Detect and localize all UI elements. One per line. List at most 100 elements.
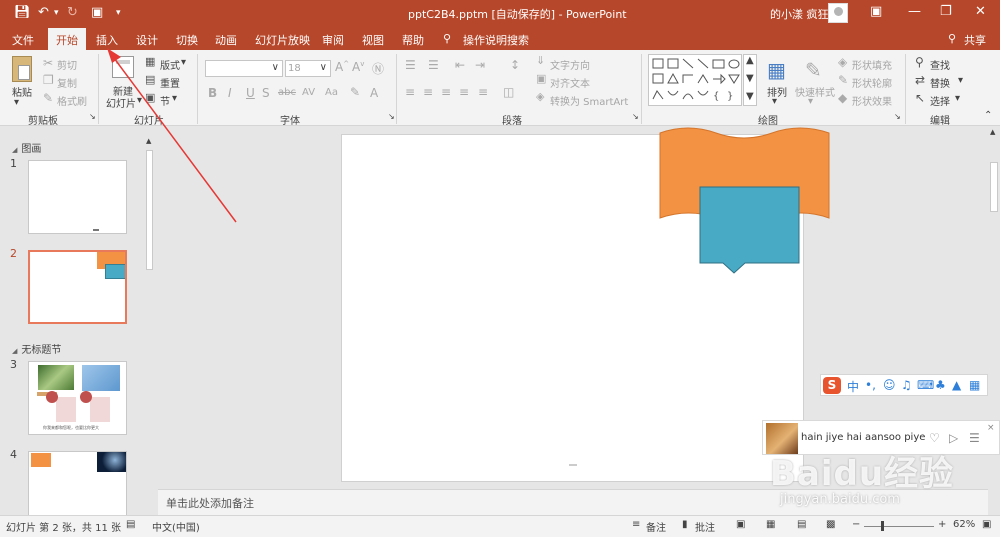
slideshow-view-icon[interactable]: ▩ bbox=[826, 519, 835, 530]
slide-sorter-icon[interactable]: ▦ bbox=[766, 519, 775, 530]
select-dropdown-icon[interactable]: ▾ bbox=[955, 93, 960, 104]
shirt-icon[interactable]: ▲ bbox=[952, 378, 961, 392]
shape-effects-button[interactable]: 形状效果 bbox=[852, 93, 892, 108]
increase-indent-icon[interactable]: ⇥ bbox=[475, 58, 485, 72]
cut-button[interactable]: 剪切 bbox=[57, 57, 77, 72]
copy-icon[interactable]: ❐ bbox=[43, 73, 54, 87]
paste-icon[interactable] bbox=[12, 56, 32, 82]
slide-thumbnail-3[interactable]: 你我来都和您呢，也要比你更大 bbox=[28, 361, 127, 435]
quick-styles-dropdown-icon[interactable]: ▾ bbox=[808, 96, 813, 107]
zoom-slider-track[interactable] bbox=[864, 526, 934, 527]
align-text-icon[interactable]: ▣ bbox=[536, 72, 546, 85]
format-painter-icon[interactable]: ✎ bbox=[43, 91, 53, 105]
decrease-indent-icon[interactable]: ⇤ bbox=[455, 58, 465, 72]
user-name[interactable]: 的小漾 疯狂 bbox=[770, 6, 829, 22]
tell-me-search[interactable]: 操作说明搜索 bbox=[463, 32, 529, 48]
shape-fill-icon[interactable]: ◈ bbox=[838, 55, 847, 69]
section-icon[interactable]: ▣ bbox=[145, 91, 155, 104]
zoom-slider-thumb[interactable] bbox=[881, 521, 884, 531]
select-button[interactable]: 选择 bbox=[930, 93, 950, 108]
align-center-icon[interactable]: ≡ bbox=[423, 85, 433, 99]
redo-icon[interactable]: ↻ bbox=[67, 5, 78, 20]
tab-transitions[interactable]: 切换 bbox=[176, 32, 198, 48]
new-slide-icon[interactable] bbox=[112, 56, 134, 78]
shapes-gallery-scroll[interactable]: ▲ ▼ ▼ bbox=[743, 54, 757, 106]
arrange-dropdown-icon[interactable]: ▾ bbox=[772, 96, 777, 107]
section-header[interactable]: 无标题节 bbox=[12, 341, 61, 356]
char-spacing-button[interactable]: AV bbox=[302, 87, 315, 98]
tab-insert[interactable]: 插入 bbox=[96, 32, 118, 48]
tab-view[interactable]: 视图 bbox=[362, 32, 384, 48]
share-button[interactable]: 共享 bbox=[964, 32, 986, 48]
heart-icon[interactable]: ♡ bbox=[929, 431, 940, 445]
ribbon-display-icon[interactable]: ▣ bbox=[870, 4, 882, 19]
grow-font-icon[interactable]: A^ bbox=[335, 60, 349, 74]
fit-to-window-icon[interactable]: ▣ bbox=[982, 519, 991, 530]
scroll-up-icon[interactable]: ▲ bbox=[990, 128, 995, 136]
vertical-scrollbar[interactable]: ▲ bbox=[988, 126, 1000, 515]
copy-button[interactable]: 复制 bbox=[57, 75, 77, 90]
numbering-icon[interactable]: ☰ bbox=[428, 58, 439, 72]
language-status[interactable]: 中文(中国) bbox=[152, 519, 200, 534]
grid-icon[interactable]: ▦ bbox=[969, 378, 980, 392]
line-spacing-icon[interactable]: ↕ bbox=[510, 58, 520, 72]
tab-design[interactable]: 设计 bbox=[136, 32, 158, 48]
find-button[interactable]: 查找 bbox=[930, 57, 950, 72]
ime-toolbar[interactable]: S 中 •, ☺ ♫ ⌨ ♣ ▲ ▦ bbox=[820, 374, 988, 396]
new-slide-chevron-icon[interactable]: ▾ bbox=[137, 95, 142, 106]
text-direction-icon[interactable]: ⇓ bbox=[536, 54, 545, 67]
clipboard-launcher-icon[interactable]: ↘ bbox=[89, 112, 96, 121]
change-case-button[interactable]: Aa bbox=[325, 87, 338, 98]
emoji-icon[interactable]: ☺ bbox=[883, 378, 896, 392]
strikethrough-button[interactable]: abc bbox=[278, 87, 296, 98]
notes-pane[interactable]: 单击此处添加备注 bbox=[158, 489, 988, 515]
slide-thumbnail-4[interactable] bbox=[28, 451, 127, 515]
layout-button[interactable]: 版式 bbox=[160, 57, 180, 72]
music-player-widget[interactable]: hain jiye hai aansoo piye ♡ ▷ ☰ × bbox=[762, 420, 1000, 455]
layout-dropdown-icon[interactable]: ▾ bbox=[181, 57, 186, 68]
highlight-icon[interactable]: ✎ bbox=[350, 85, 360, 99]
reading-view-icon[interactable]: ▤ bbox=[797, 519, 806, 530]
notes-toggle-button[interactable]: 备注 bbox=[646, 519, 666, 534]
section-button[interactable]: 节 bbox=[160, 93, 170, 108]
tab-review[interactable]: 审阅 bbox=[322, 32, 344, 48]
shrink-font-icon[interactable]: Av bbox=[352, 60, 364, 74]
italic-button[interactable]: I bbox=[228, 86, 232, 100]
align-right-icon[interactable]: ≡ bbox=[441, 85, 451, 99]
replace-icon[interactable]: ⇄ bbox=[915, 73, 925, 87]
section-dropdown-icon[interactable]: ▾ bbox=[172, 93, 177, 104]
paste-dropdown-icon[interactable]: ▾ bbox=[14, 97, 19, 108]
undo-dropdown-icon[interactable]: ▾ bbox=[54, 8, 59, 18]
format-painter-button[interactable]: 格式刷 bbox=[57, 93, 87, 108]
tab-slideshow[interactable]: 幻灯片放映 bbox=[255, 32, 310, 48]
arrange-icon[interactable]: ▦ bbox=[767, 58, 786, 82]
tab-file[interactable]: 文件 bbox=[12, 32, 34, 48]
slide-thumbnail-1[interactable] bbox=[28, 160, 127, 234]
shape-effects-icon[interactable]: ◆ bbox=[838, 91, 847, 105]
clear-formatting-icon[interactable]: Ⓝ bbox=[372, 60, 384, 77]
customize-qat-icon[interactable]: ▾ bbox=[116, 8, 121, 18]
columns-icon[interactable]: ◫ bbox=[503, 85, 514, 99]
keyboard-icon[interactable]: ⌨ bbox=[917, 378, 934, 392]
shape-outline-icon[interactable]: ✎ bbox=[838, 73, 848, 87]
zoom-level[interactable]: 62% bbox=[953, 519, 975, 530]
sogou-logo-icon[interactable]: S bbox=[823, 377, 841, 394]
text-shadow-button[interactable]: S bbox=[262, 86, 270, 100]
convert-smartart-button[interactable]: 转换为 SmartArt bbox=[550, 93, 628, 108]
layout-icon[interactable]: ▦ bbox=[145, 55, 155, 68]
smartart-icon[interactable]: ◈ bbox=[536, 90, 544, 103]
current-slide[interactable] bbox=[341, 127, 830, 482]
align-left-icon[interactable]: ≡ bbox=[405, 85, 415, 99]
distributed-icon[interactable]: ≡ bbox=[478, 85, 488, 99]
normal-view-icon[interactable]: ▣ bbox=[736, 519, 745, 530]
ime-mode-button[interactable]: 中 bbox=[847, 378, 859, 395]
tab-home[interactable]: 开始 bbox=[48, 28, 86, 50]
justify-icon[interactable]: ≡ bbox=[459, 85, 469, 99]
font-launcher-icon[interactable]: ↘ bbox=[388, 112, 395, 121]
replace-button[interactable]: 替换 bbox=[930, 75, 950, 90]
reset-icon[interactable]: ▤ bbox=[145, 73, 155, 86]
spellcheck-icon[interactable]: ▤ bbox=[126, 519, 135, 530]
scissors-icon[interactable]: ✂ bbox=[43, 56, 53, 70]
paragraph-launcher-icon[interactable]: ↘ bbox=[632, 112, 639, 121]
shape-fill-button[interactable]: 形状填充 bbox=[852, 57, 892, 72]
